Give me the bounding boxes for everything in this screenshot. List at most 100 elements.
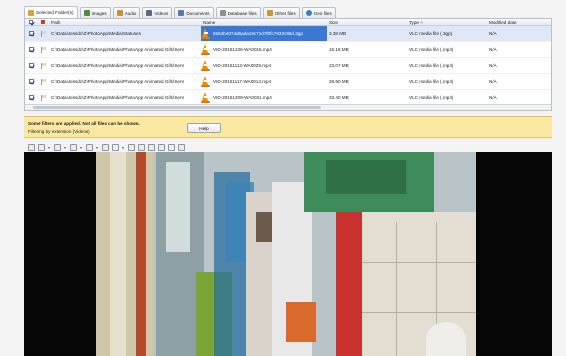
- cell-name-text: VID-20161236-WA0015.mp4: [213, 47, 272, 52]
- cell-path: C:\Data\Jessdo\Z\PhotoApp\Media\PhotoApp…: [51, 63, 184, 68]
- table-row[interactable]: C:\Data\Jessdo\Z\PhotoApp\Media\PhotoApp…: [25, 42, 551, 58]
- table-row[interactable]: C:\Data\Jessdo\Z\PhotoApp\Media\PhotoApp…: [25, 58, 551, 74]
- help-button[interactable]: Help: [187, 123, 221, 133]
- tab-geo-files[interactable]: Geo files: [301, 7, 336, 18]
- sort-arrow-icon: ˄: [418, 19, 423, 25]
- images-icon: [83, 10, 90, 16]
- chevron-down-icon[interactable]: [48, 146, 51, 149]
- chevron-down-icon[interactable]: [80, 146, 83, 149]
- export-icon[interactable]: [102, 143, 109, 151]
- check-column-header[interactable]: [25, 20, 37, 24]
- cell-name: VID-20161117-WA0014.mp4: [201, 74, 327, 89]
- filter-warning-banner: Some filters are applied. Not all files …: [24, 116, 552, 138]
- cell-path: C:\Data\Jessdo\Z\PhotoApp\Media\PhotoApp…: [51, 47, 184, 52]
- forensic-viewer-window: Selected Folder(s) Images Audio Videos D…: [0, 0, 566, 356]
- vlc-cone-icon: [201, 28, 210, 39]
- row-checkbox[interactable]: [25, 79, 37, 84]
- horizontal-scrollbar[interactable]: [25, 104, 551, 110]
- rotate-icon[interactable]: [54, 143, 61, 151]
- tab-label: Audio: [124, 10, 137, 16]
- checkbox-icon: [28, 31, 34, 36]
- flag-icon: [40, 46, 46, 53]
- cell-name: 6564b4074d6ada19c71d7f0fc7632c96d.3gp: [201, 26, 327, 41]
- chevron-down-icon[interactable]: [122, 146, 125, 149]
- vlc-cone-icon: [201, 44, 210, 55]
- tab-audio[interactable]: Audio: [112, 7, 141, 18]
- flag-icon: [40, 30, 46, 37]
- save-icon[interactable]: [128, 143, 135, 151]
- row-flag[interactable]: [37, 94, 49, 101]
- file-grid: Path Name Size Type ˄ Modified date C:\D…: [24, 18, 552, 111]
- flag-icon: [40, 78, 46, 85]
- tab-other-files[interactable]: Other files: [262, 7, 300, 18]
- cell-modified: N/A: [489, 79, 497, 84]
- cell-size: 3.38 MB: [329, 31, 347, 36]
- cell-type: VLC media file (.mp4): [409, 95, 454, 100]
- video-preview[interactable]: [24, 152, 552, 356]
- cell-size: 23.07 MB: [329, 63, 349, 68]
- folder-icon: [28, 9, 34, 16]
- zoom-icon[interactable]: [38, 143, 45, 151]
- cell-size: 15.18 MB: [329, 47, 349, 52]
- text-icon[interactable]: [70, 143, 77, 151]
- row-flag[interactable]: [37, 30, 49, 37]
- settings-icon[interactable]: [168, 143, 175, 151]
- cell-name: VID-20161236-WA0015.mp4: [201, 42, 327, 57]
- chevron-down-icon[interactable]: [96, 146, 99, 149]
- other-files-icon: [266, 10, 273, 16]
- cell-path: C:\Data\Jessdo\Z\PhotoApp\Media\Statuses: [51, 31, 141, 36]
- documents-icon: [178, 10, 185, 16]
- flag-red-icon: [41, 20, 45, 24]
- table-row[interactable]: C:\Data\Jessdo\Z\PhotoApp\Media\Statuses…: [25, 26, 551, 42]
- copy-icon[interactable]: [112, 143, 119, 151]
- tab-label: Selected Folder(s): [36, 10, 74, 15]
- window-icon[interactable]: [178, 143, 185, 151]
- row-checkbox[interactable]: [25, 47, 37, 52]
- row-flag[interactable]: [37, 78, 49, 85]
- grid-icon[interactable]: [86, 143, 93, 151]
- cell-type: VLC media file (.3gp): [409, 31, 453, 36]
- chevron-down-icon[interactable]: [64, 146, 67, 149]
- checkbox-icon: [28, 63, 34, 68]
- cell-path: C:\Data\Jessdo\Z\PhotoApp\Media\PhotoApp…: [51, 79, 184, 84]
- row-flag[interactable]: [37, 46, 49, 53]
- flag-column-header[interactable]: [37, 20, 49, 24]
- tab-label: Documents: [186, 10, 210, 16]
- cell-modified: N/A: [489, 47, 497, 52]
- column-header-modified[interactable]: Modified date: [487, 20, 551, 25]
- cell-name: VID-20161112-WA0028.mp4: [201, 58, 327, 73]
- scrollbar-thumb[interactable]: [33, 106, 321, 109]
- search-icon[interactable]: [148, 143, 155, 151]
- fit-icon[interactable]: [28, 143, 35, 151]
- filter-warning-title: Some filters are applied. Not all files …: [28, 121, 140, 126]
- grid-header: Path Name Size Type ˄ Modified date: [25, 19, 551, 26]
- video-icon: [146, 10, 153, 16]
- flag-icon: [40, 62, 46, 69]
- column-header-type[interactable]: Type ˄: [407, 20, 487, 25]
- column-header-name[interactable]: Name: [201, 19, 327, 25]
- print-icon[interactable]: [138, 143, 145, 151]
- tab-documents[interactable]: Documents: [174, 7, 214, 18]
- tab-label: Database files: [227, 10, 257, 16]
- tab-label: Other files: [274, 10, 296, 16]
- tab-label: Geo files: [313, 10, 332, 16]
- row-checkbox[interactable]: [25, 95, 37, 100]
- checkbox-icon: [28, 47, 34, 52]
- video-frame: [96, 152, 476, 356]
- cell-name-text: 6564b4074d6ada19c71d7f0fc7632c96d.3gp: [213, 31, 303, 36]
- row-checkbox[interactable]: [25, 31, 37, 36]
- cell-path: C:\Data\Jessdo\Z\PhotoApp\Media\PhotoApp…: [51, 95, 184, 100]
- tab-videos[interactable]: Videos: [142, 7, 173, 18]
- tab-database-files[interactable]: Database files: [215, 7, 261, 18]
- row-flag[interactable]: [37, 62, 49, 69]
- undo-icon[interactable]: [158, 143, 165, 151]
- category-tab-bar: Selected Folder(s) Images Audio Videos D…: [24, 6, 552, 18]
- tab-label: Videos: [154, 10, 169, 16]
- tab-images[interactable]: Images: [79, 7, 111, 18]
- column-header-size[interactable]: Size: [327, 20, 407, 25]
- row-checkbox[interactable]: [25, 63, 37, 68]
- table-row[interactable]: C:\Data\Jessdo\Z\PhotoApp\Media\PhotoApp…: [25, 74, 551, 90]
- column-header-path[interactable]: Path: [49, 20, 201, 25]
- cell-modified: N/A: [489, 95, 497, 100]
- tab-selected-folders[interactable]: Selected Folder(s): [24, 6, 78, 18]
